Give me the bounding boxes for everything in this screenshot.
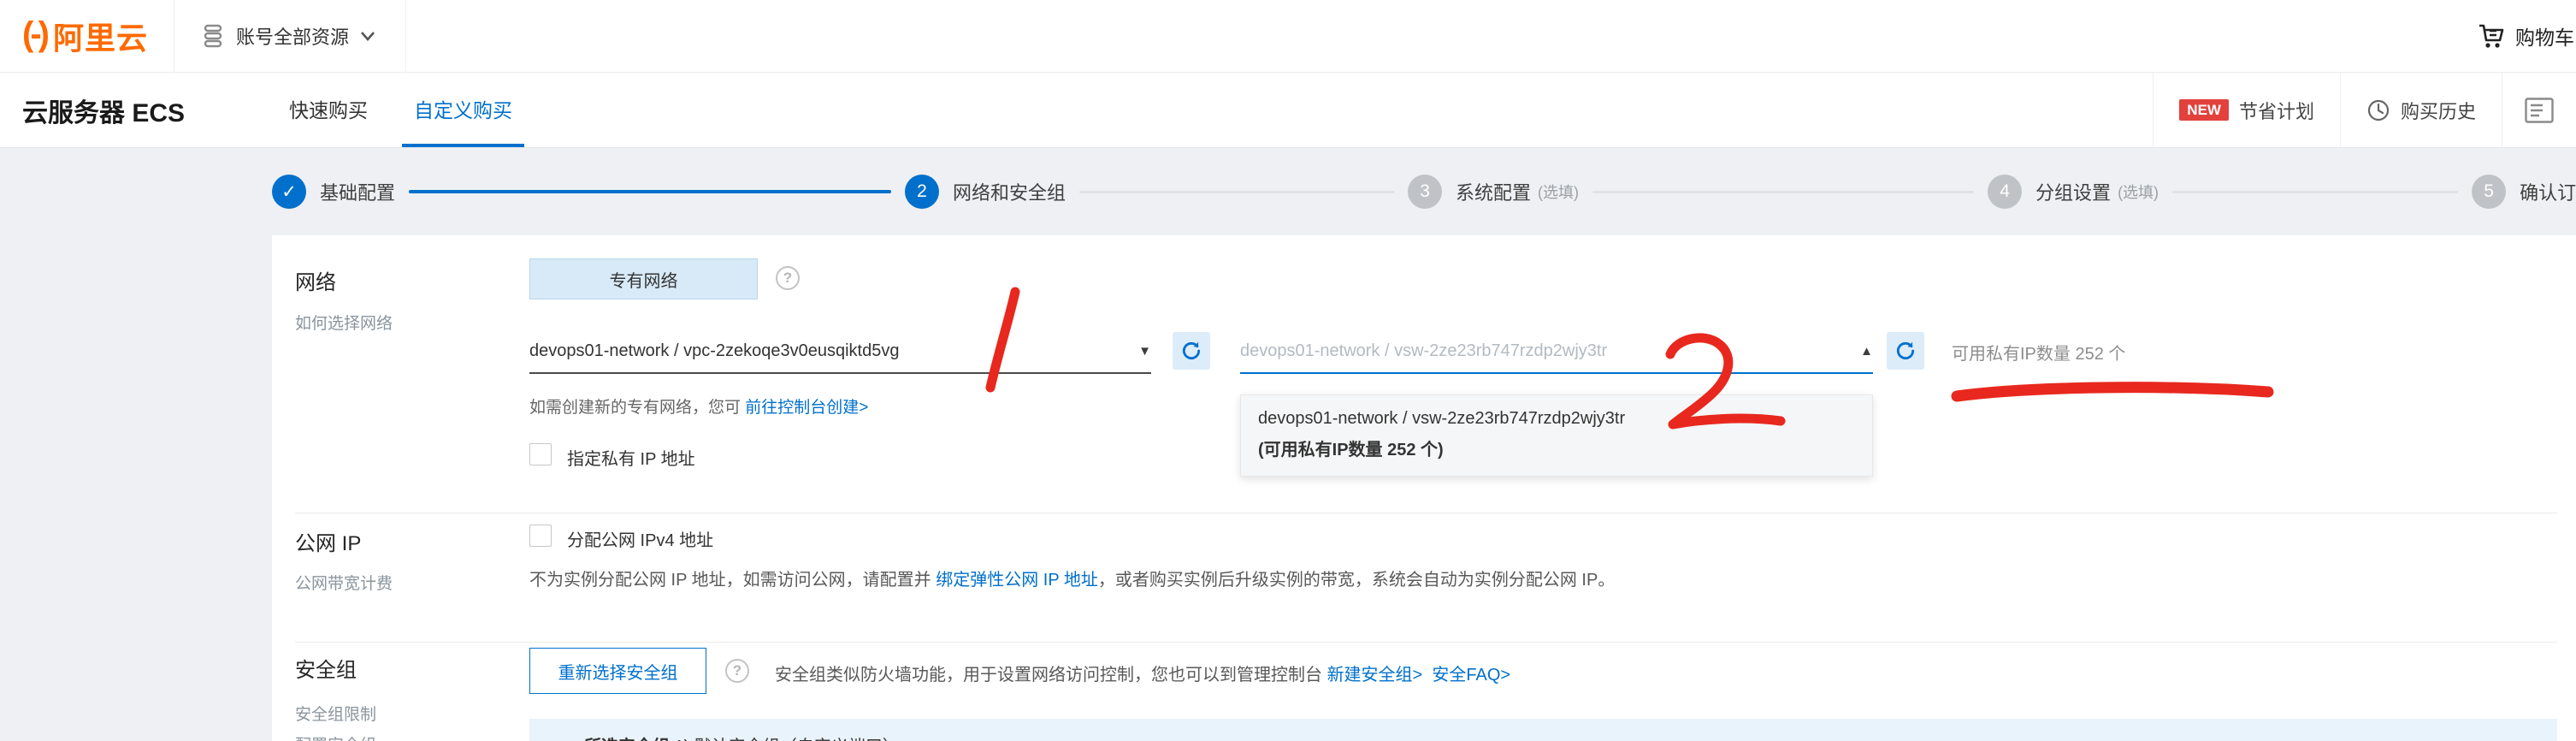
security-group-config-link[interactable]: 配置安全组 [295, 732, 376, 741]
vpc-select[interactable]: devops01-network / vpc-2zekoqe3v0eusqikt… [529, 329, 1151, 374]
step-connector [2172, 191, 2458, 193]
new-security-group-link[interactable]: 新建安全组> [1327, 666, 1423, 685]
nav-right-actions: NEW 节省计划 购买历史 [2153, 73, 2576, 148]
security-group-description: 安全组类似防火墙功能，用于设置网络访问控制，您也可以到管理控制台 新建安全组> … [775, 661, 1510, 685]
network-section-label: 网络 [295, 265, 336, 295]
tab-quick-buy[interactable]: 快速购买 [289, 73, 368, 148]
step-5-circle: 5 [2472, 175, 2506, 209]
step-4-optional: (选填) [2118, 181, 2159, 203]
vswitch-option-ip-count: (可用私有IP数量 252 个) [1258, 436, 1855, 460]
private-ip-checkbox[interactable] [529, 443, 552, 465]
page-title: 云服务器 ECS [22, 92, 185, 129]
create-vpc-hint-text: 如需创建新的专有网络，您可 [529, 399, 745, 417]
vswitch-option-name: devops01-network / vsw-2ze23rb747rzdp2wj… [1258, 409, 1855, 429]
vswitch-option[interactable]: devops01-network / vsw-2ze23rb747rzdp2wj… [1258, 409, 1855, 460]
selected-security-group-box: 所选安全组 1) 默认安全组（自定义端口） [529, 719, 2557, 741]
assign-public-ip-checkbox[interactable] [529, 525, 552, 547]
assign-public-ip-label: 分配公网 IPv4 地址 [567, 526, 713, 551]
security-group-section-label: 安全组 [295, 653, 357, 683]
list-icon [2525, 98, 2554, 123]
step-1-label: 基础配置 [320, 178, 395, 205]
step-connector [1592, 191, 1974, 193]
vswitch-select[interactable]: devops01-network / vsw-2ze23rb747rzdp2wj… [1240, 329, 1873, 374]
create-vpc-link[interactable]: 前往控制台创建> [745, 399, 868, 417]
security-group-help-icon[interactable]: ? [725, 659, 749, 683]
public-ip-description: 不为实例分配公网 IP 地址，如需访问公网，请配置并 绑定弹性公网 IP 地址，… [529, 566, 1615, 590]
bind-eip-link[interactable]: 绑定弹性公网 IP 地址 [936, 571, 1098, 590]
public-ip-section-label: 公网 IP [295, 526, 361, 556]
bandwidth-billing-link[interactable]: 公网带宽计费 [295, 571, 393, 594]
vpc-refresh-button[interactable] [1173, 332, 1210, 370]
refresh-icon [1180, 340, 1202, 362]
top-header-bar: (-) 阿里云 账号全部资源 购物车 [0, 0, 2576, 73]
clock-icon [2366, 98, 2390, 122]
purchase-history-label: 购买历史 [2401, 97, 2476, 124]
chevron-down-icon [359, 30, 376, 42]
public-ip-desc-suffix: ，或者购买实例后升级实例的带宽，系统会自动为实例分配公网 IP。 [1098, 571, 1615, 590]
savings-plan-button[interactable]: NEW 节省计划 [2154, 73, 2340, 148]
network-help-link[interactable]: 如何选择网络 [295, 311, 393, 334]
tab-custom-buy[interactable]: 自定义购买 [414, 73, 512, 148]
step-4-circle: 4 [1988, 175, 2022, 209]
vpc-type-button[interactable]: 专有网络 [529, 258, 758, 299]
step-connector [409, 190, 891, 193]
cart-label: 购物车 [2515, 21, 2574, 50]
selected-security-group-value: 1) 默认安全组（自定义端口） [670, 738, 900, 741]
step-2-circle: 2 [905, 175, 939, 209]
product-nav-bar: 云服务器 ECS 快速购买 自定义购买 NEW 节省计划 购买历史 [0, 73, 2576, 148]
step-connector [1079, 191, 1394, 193]
step-1-circle: ✓ [272, 175, 306, 209]
vswitch-dropdown-panel: devops01-network / vsw-2ze23rb747rzdp2wj… [1240, 394, 1873, 477]
shopping-cart-button[interactable]: 购物车 [2476, 21, 2576, 51]
dropdown-arrow-up-icon: ▲ [1860, 344, 1873, 359]
aliyun-logo[interactable]: (-) 阿里云 [22, 14, 148, 58]
savings-plan-label: 节省计划 [2239, 97, 2314, 124]
step-2-label: 网络和安全组 [953, 178, 1066, 205]
step-3-label: 系统配置 [1456, 178, 1531, 205]
security-faq-link[interactable]: 安全FAQ> [1432, 666, 1510, 685]
reselect-security-group-button[interactable]: 重新选择安全组 [529, 648, 706, 694]
network-config-card: 网络 如何选择网络 专有网络 ? devops01-network / vpc-… [272, 235, 2576, 741]
resources-icon [204, 23, 226, 49]
purchase-history-button[interactable]: 购买历史 [2341, 73, 2502, 148]
aliyun-logo-mark: (-) [22, 15, 46, 54]
vswitch-refresh-button[interactable] [1887, 332, 1924, 370]
resource-scope-label: 账号全部资源 [236, 22, 349, 50]
order-list-button[interactable] [2502, 73, 2576, 148]
new-badge: NEW [2179, 99, 2229, 121]
section-divider [295, 642, 2557, 643]
check-icon: ✓ [281, 181, 297, 203]
selected-security-group-label: 所选安全组 [584, 738, 670, 741]
network-help-icon[interactable]: ? [776, 266, 800, 290]
create-vpc-hint: 如需创建新的专有网络，您可 前往控制台创建> [529, 394, 868, 418]
resource-scope-selector[interactable]: 账号全部资源 [174, 0, 406, 73]
step-5-label: 确认订单 [2520, 178, 2576, 205]
available-ip-count: 可用私有IP数量 252 个 [1952, 340, 2125, 365]
step-4-label: 分组设置 [2035, 178, 2111, 205]
aliyun-logo-name: 阿里云 [53, 14, 148, 58]
private-ip-checkbox-label: 指定私有 IP 地址 [567, 445, 695, 470]
dropdown-arrow-icon: ▼ [1138, 344, 1151, 359]
refresh-icon [1894, 340, 1917, 362]
vpc-select-value: devops01-network / vpc-2zekoqe3v0eusqikt… [529, 341, 899, 361]
security-group-limit-link[interactable]: 安全组限制 [295, 702, 376, 725]
page: { "topbar": { "logo_mark": "(-)", "logo_… [0, 0, 2576, 741]
cart-icon [2476, 21, 2507, 51]
step-3-circle: 3 [1408, 175, 1442, 209]
security-desc-prefix: 安全组类似防火墙功能，用于设置网络访问控制，您也可以到管理控制台 [775, 666, 1327, 685]
purchase-steps-bar: ✓ 基础配置 2 网络和安全组 3 系统配置 (选填) 4 分组设置 (选填) … [0, 148, 2576, 235]
vswitch-select-placeholder: devops01-network / vsw-2ze23rb747rzdp2wj… [1240, 341, 1607, 361]
public-ip-desc-prefix: 不为实例分配公网 IP 地址，如需访问公网，请配置并 [529, 571, 936, 590]
step-3-optional: (选填) [1538, 181, 1579, 203]
